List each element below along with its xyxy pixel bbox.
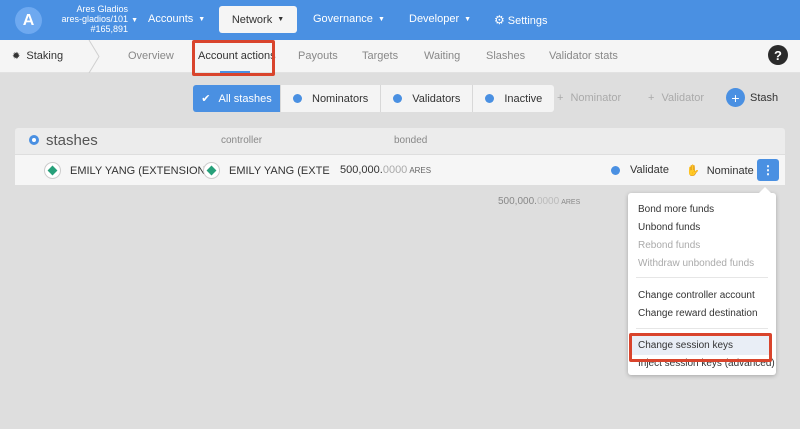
- tab-targets[interactable]: Targets: [362, 50, 398, 62]
- nav-settings[interactable]: ⚙ Settings: [494, 13, 548, 27]
- highlight-box-change-session-keys: [629, 333, 772, 362]
- stash-account[interactable]: EMILY YANG (EXTENSION: [44, 162, 206, 179]
- nav-developer[interactable]: Developer ▼: [409, 13, 471, 25]
- section-title: ✹ Staking: [12, 50, 63, 62]
- bonded-dec: 0000: [382, 164, 408, 176]
- filter-inactive[interactable]: Inactive: [473, 85, 555, 112]
- validate-dot-icon: [611, 165, 620, 175]
- plus-icon: +: [557, 92, 564, 104]
- tab-validator-stats[interactable]: Validator stats: [549, 50, 618, 62]
- stashes-table-header: stashes controller bonded: [15, 128, 785, 154]
- plus-icon: +: [648, 92, 655, 104]
- nav-developer-label: Developer: [409, 13, 460, 25]
- radio-icon: [29, 135, 39, 145]
- column-header-bonded: bonded: [394, 135, 428, 146]
- validate-label: Validate: [630, 164, 669, 176]
- nav-governance[interactable]: Governance ▼: [313, 13, 385, 25]
- menu-divider: [636, 277, 768, 278]
- filter-label: Nominators: [312, 92, 369, 105]
- add-stash-button[interactable]: + Stash: [726, 88, 778, 107]
- add-stash-label: Stash: [750, 91, 779, 104]
- bonded-unit: ARES: [409, 166, 432, 175]
- tab-overview[interactable]: Overview: [128, 50, 174, 62]
- table-row: EMILY YANG (EXTENSION EMILY YANG (EXTE 5…: [15, 155, 785, 185]
- controller-account[interactable]: EMILY YANG (EXTE: [203, 162, 330, 179]
- controller-name: EMILY YANG (EXTE: [229, 164, 330, 177]
- menu-item-bond-more-funds[interactable]: Bond more funds: [638, 204, 714, 215]
- app-logo[interactable]: A: [15, 7, 42, 34]
- chain-name: Ares Gladios: [76, 4, 128, 14]
- nav-governance-label: Governance: [313, 13, 373, 25]
- bonded-amount: 500,000.0000 ARES: [340, 164, 431, 176]
- checkmark-icon: ✔: [201, 93, 211, 105]
- tab-slashes[interactable]: Slashes: [486, 50, 525, 62]
- menu-item-unbond-funds[interactable]: Unbond funds: [638, 222, 700, 233]
- tab-payouts[interactable]: Payouts: [298, 50, 338, 62]
- chain-account: ares-gladios/101: [61, 14, 128, 24]
- chevron-down-icon: ▼: [198, 16, 206, 23]
- identicon-icon: [44, 162, 61, 179]
- chevron-down-icon: ▼: [464, 16, 472, 23]
- identicon-icon: [203, 162, 220, 179]
- filter-nominators[interactable]: Nominators: [281, 85, 382, 112]
- filter-label: Inactive: [504, 92, 543, 105]
- hand-icon: ✋: [686, 165, 700, 177]
- gear-icon: ⚙: [494, 13, 505, 27]
- menu-item-withdraw-unbonded-funds: Withdraw unbonded funds: [638, 258, 755, 269]
- menu-item-change-reward-destination[interactable]: Change reward destination: [638, 308, 758, 319]
- plus-circle-icon: +: [726, 88, 745, 107]
- staking-subnav: ✹ Staking Overview Account actions Payout…: [0, 40, 800, 73]
- help-icon[interactable]: ?: [768, 45, 788, 65]
- status-dot-icon: [485, 94, 495, 103]
- top-navigation-bar: A Ares Gladios ares-gladios/101 #165,891…: [0, 0, 800, 40]
- status-dot-icon: [393, 94, 403, 103]
- stash-name: EMILY YANG (EXTENSION: [70, 164, 206, 177]
- tab-waiting[interactable]: Waiting: [424, 50, 460, 62]
- add-nominator-label: Nominator: [570, 92, 622, 104]
- validate-button[interactable]: Validate: [611, 164, 669, 176]
- filter-label: All stashes: [218, 92, 272, 105]
- staking-icon: ✹: [12, 51, 21, 62]
- table-title: stashes: [29, 132, 98, 149]
- stash-filter-group: ✔ All stashes Nominators Validators Inact…: [193, 85, 555, 112]
- chevron-down-icon: ▼: [377, 16, 385, 23]
- filter-all-stashes[interactable]: ✔ All stashes: [193, 85, 281, 112]
- menu-item-rebond-funds: Rebond funds: [638, 240, 701, 251]
- add-validator-label: Validator: [661, 92, 705, 104]
- filter-validators[interactable]: Validators: [381, 85, 474, 112]
- nav-settings-label: Settings: [507, 15, 548, 27]
- add-validator-button[interactable]: + Validator: [648, 92, 704, 104]
- bonded-int: 500,000.: [340, 164, 383, 176]
- section-label: Staking: [26, 50, 64, 62]
- nav-accounts-label: Accounts: [148, 13, 194, 25]
- breadcrumb-separator: [88, 40, 100, 73]
- chain-selector[interactable]: Ares Gladios ares-gladios/101 #165,891 ▼: [44, 4, 138, 34]
- add-nominator-button[interactable]: + Nominator: [557, 92, 621, 104]
- chevron-down-icon: ▼: [131, 17, 138, 24]
- total-bonded: 500,000.0000 ARES: [498, 196, 580, 207]
- filter-label: Validators: [412, 92, 461, 105]
- vertical-ellipsis-icon: ⋮: [762, 163, 774, 177]
- nominate-label: Nominate: [706, 164, 754, 177]
- nav-network[interactable]: Network ▼: [219, 6, 297, 33]
- total-int: 500,000.: [498, 196, 537, 207]
- nav-network-label: Network: [231, 13, 273, 26]
- menu-item-change-controller-account[interactable]: Change controller account: [638, 290, 755, 301]
- column-header-controller: controller: [221, 135, 263, 146]
- table-title-label: stashes: [46, 132, 98, 149]
- menu-divider: [636, 328, 768, 329]
- more-options-button[interactable]: ⋮: [757, 159, 779, 181]
- nav-accounts[interactable]: Accounts ▼: [148, 13, 205, 25]
- status-dot-icon: [293, 94, 302, 103]
- nominate-button[interactable]: ✋ Nominate: [686, 164, 754, 178]
- total-dec: 0000: [536, 196, 560, 207]
- chevron-down-icon: ▼: [277, 16, 285, 23]
- highlight-box-account-actions: [192, 40, 275, 76]
- chain-block: #165,891: [90, 24, 128, 34]
- total-unit: ARES: [561, 199, 581, 206]
